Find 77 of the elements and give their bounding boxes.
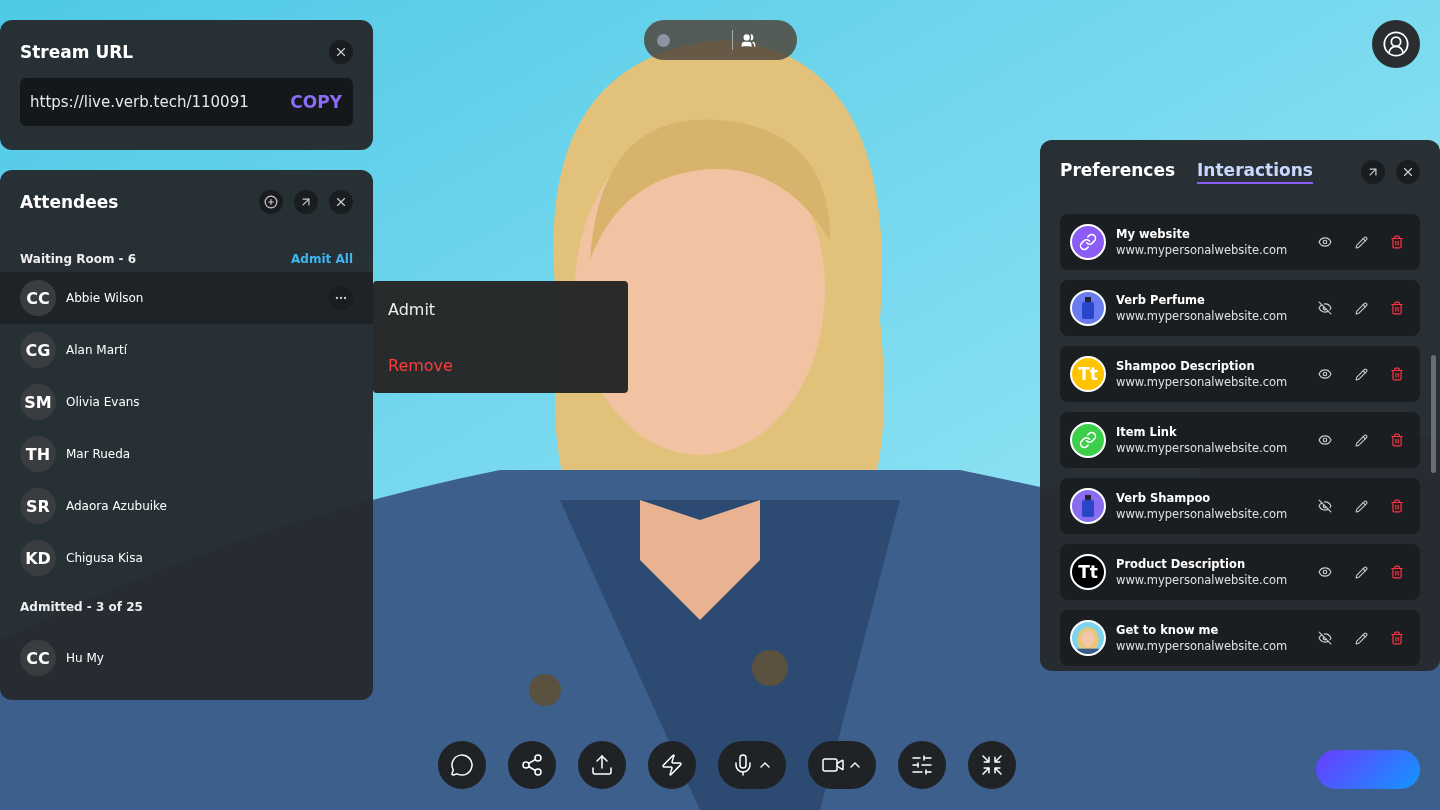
avatar: CC [20,280,56,316]
section-label: Admitted - 3 of 25 [20,600,143,614]
status-dot-icon [657,33,670,47]
share-icon [520,753,544,777]
attendee-row[interactable]: SR Adaora Azubuike [0,480,373,532]
interaction-url: www.mypersonalwebsite.com [1116,441,1289,455]
avatar: SR [20,488,56,524]
interaction-url: www.mypersonalwebsite.com [1116,375,1289,389]
users-icon [741,32,756,48]
attendee-name: Adaora Azubuike [66,499,168,513]
attendee-name: Abbie Wilson [66,291,145,305]
menu-item[interactable]: Remove [373,337,628,393]
attendee-name: Hu My [66,651,105,665]
attendee-row[interactable]: KD Chigusa Kisa [0,532,373,584]
scrollbar[interactable] [1431,355,1436,473]
close-button[interactable] [329,190,353,214]
stream-url: https://live.verb.tech/110091 [30,93,249,111]
pop-out-button[interactable] [1361,160,1385,184]
interaction-card[interactable]: Verb Shampoo www.mypersonalwebsite.com [1060,478,1420,534]
url-field[interactable]: https://live.verb.tech/110091 COPY [20,78,353,126]
admit-all-link[interactable]: Admit All [291,252,353,266]
panel-title: Attendees [20,192,119,212]
avatar: CC [20,640,56,676]
interaction-url: www.mypersonalwebsite.com [1116,309,1289,323]
interaction-card[interactable]: My website www.mypersonalwebsite.com [1060,214,1420,270]
user-icon [1382,30,1410,58]
text-badge: Tt [1070,356,1106,392]
interaction-card[interactable]: Tt Shampoo Description www.mypersonalwebsite.com [1060,346,1420,402]
attendee-name: Alan Martí [66,343,128,357]
interaction-card[interactable]: Tt Product Description www.mypersonalwebsite.com [1060,544,1420,600]
attendee-row[interactable]: CC Abbie Wilson [0,272,373,324]
attendee-row[interactable]: TH Mar Rueda [0,428,373,480]
text-badge: Tt [1070,554,1106,590]
close-button[interactable] [329,40,353,64]
attendee-row[interactable]: SM Olivia Evans [0,376,373,428]
close-icon [334,195,348,209]
section-label: Waiting Room - 6 [20,252,137,266]
interaction-title: Verb Shampoo [1116,491,1212,505]
close-icon [334,45,348,59]
plus-icon [264,195,278,209]
interaction-url: www.mypersonalwebsite.com [1116,243,1289,257]
tab[interactable]: Preferences [1060,160,1176,184]
upload-icon [590,753,614,777]
interaction-card[interactable]: Get to know me www.mypersonalwebsite.com [1060,610,1420,666]
lightning-icon [660,753,684,777]
menu-item[interactable]: Admit [373,281,628,337]
interaction-card[interactable]: Item Link www.mypersonalwebsite.com [1060,412,1420,468]
interaction-title: Shampoo Description [1116,359,1256,373]
attendee-name: Olivia Evans [66,395,141,409]
sliders-icon [910,753,934,777]
interaction-title: Get to know me [1116,623,1220,637]
close-icon [1401,165,1415,179]
attendee-name: Chigusa Kisa [66,551,144,565]
interaction-title: Item Link [1116,425,1178,439]
interaction-title: My website [1116,227,1191,241]
interaction-title: Verb Perfume [1116,293,1206,307]
avatar: SM [20,384,56,420]
shrink-icon [980,753,1004,777]
interaction-url: www.mypersonalwebsite.com [1116,573,1289,587]
attendee-name: Mar Rueda [66,447,132,461]
interaction-url: www.mypersonalwebsite.com [1116,507,1289,521]
attendee-row[interactable]: CC Hu My [0,632,373,684]
interaction-url: www.mypersonalwebsite.com [1116,639,1289,653]
avatar: CG [20,332,56,368]
panel-title: Stream URL [20,42,134,62]
avatar: KD [20,540,56,576]
add-button[interactable] [259,190,283,214]
tab[interactable]: Interactions [1197,160,1313,184]
close-button[interactable] [1396,160,1420,184]
interaction-title: Product Description [1116,557,1247,571]
avatar: TH [20,436,56,472]
copy-button[interactable]: COPY [290,92,342,112]
interaction-card[interactable]: Verb Perfume www.mypersonalwebsite.com [1060,280,1420,336]
pop-out-button[interactable] [294,190,318,214]
chat-icon [450,753,474,777]
attendee-row[interactable]: CG Alan Martí [0,324,373,376]
more-button[interactable] [329,286,353,310]
